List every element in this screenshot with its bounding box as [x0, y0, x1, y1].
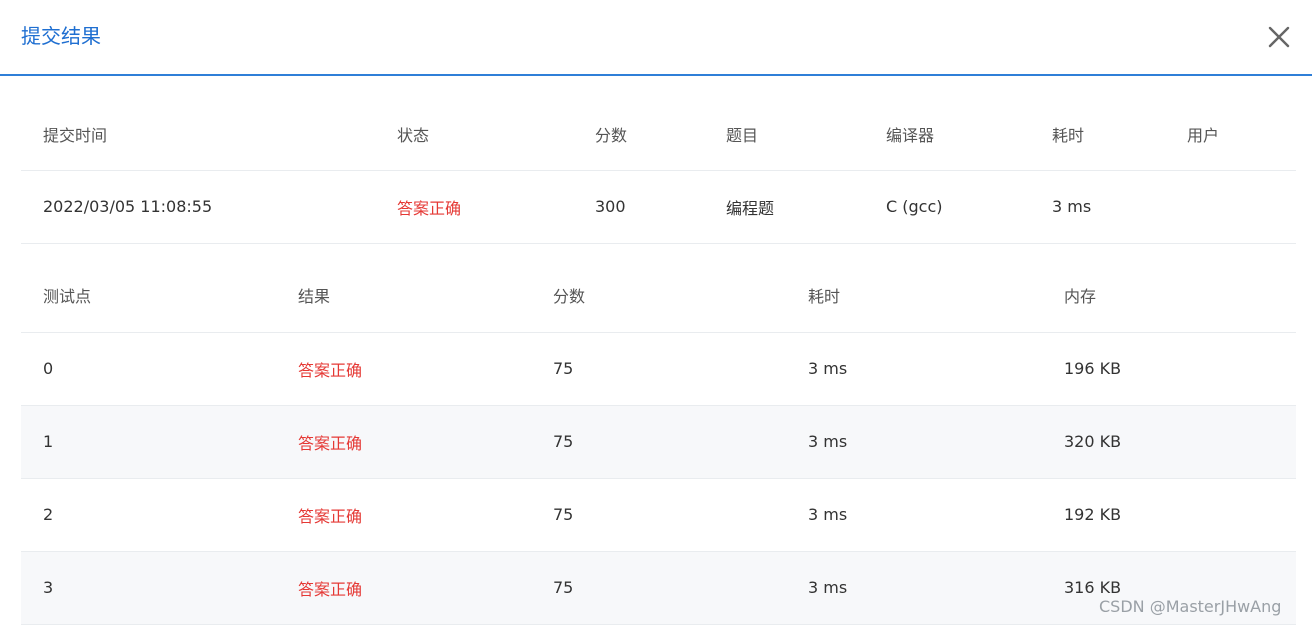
header-duration: 耗时 [1052, 125, 1085, 145]
case-time: 3 ms [808, 331, 1064, 405]
close-button[interactable] [1262, 20, 1296, 54]
submit-compiler: C (gcc) [886, 169, 1052, 244]
header-case-time: 耗时 [808, 287, 841, 307]
submit-score: 300 [595, 169, 726, 244]
submission-summary-table: 提交时间 状态 分数 题目 编译器 耗时 用户 2022/03/05 11:08… [21, 98, 1296, 244]
case-time: 3 ms [808, 477, 1064, 551]
table-row: 2 答案正确 75 3 ms 192 KB [21, 477, 1296, 551]
case-memory: 196 KB [1064, 331, 1296, 405]
dialog-title: 提交结果 [21, 24, 101, 48]
header-memory: 内存 [1064, 287, 1097, 307]
test-cases-table: 测试点 结果 分数 耗时 内存 0 答案正确 75 3 ms 196 KB 1 … [21, 259, 1296, 625]
case-score: 75 [553, 477, 808, 551]
dialog-header: 提交结果 [0, 0, 1312, 76]
submit-user [1187, 169, 1296, 244]
submit-duration: 3 ms [1052, 169, 1187, 244]
case-score: 75 [553, 331, 808, 405]
case-time: 3 ms [808, 550, 1064, 625]
case-memory: 320 KB [1064, 404, 1296, 478]
header-user: 用户 [1187, 125, 1220, 145]
header-status: 状态 [397, 125, 430, 145]
table-row: 1 答案正确 75 3 ms 320 KB [21, 404, 1296, 478]
header-problem: 题目 [726, 125, 759, 145]
header-submit-time: 提交时间 [43, 125, 108, 145]
header-case-score: 分数 [553, 287, 586, 307]
submit-problem: 编程题 [726, 169, 886, 244]
cases-header-row: 测试点 结果 分数 耗时 内存 [21, 259, 1296, 332]
case-memory: 192 KB [1064, 477, 1296, 551]
case-id: 1 [21, 404, 298, 478]
case-time: 3 ms [808, 404, 1064, 478]
case-score: 75 [553, 550, 808, 625]
header-score: 分数 [595, 125, 628, 145]
summary-header-row: 提交时间 状态 分数 题目 编译器 耗时 用户 [21, 98, 1296, 170]
case-id: 3 [21, 550, 298, 625]
header-result: 结果 [298, 287, 331, 307]
summary-row: 2022/03/05 11:08:55 答案正确 300 编程题 C (gcc)… [21, 169, 1296, 244]
case-result: 答案正确 [298, 477, 553, 551]
case-result: 答案正确 [298, 550, 553, 625]
case-id: 2 [21, 477, 298, 551]
case-score: 75 [553, 404, 808, 478]
watermark: CSDN @MasterJHwAng [1099, 597, 1282, 616]
close-icon [1268, 26, 1290, 48]
case-id: 0 [21, 331, 298, 405]
header-compiler: 编译器 [886, 125, 935, 145]
header-test-case: 测试点 [43, 287, 92, 307]
case-result: 答案正确 [298, 331, 553, 405]
table-row: 0 答案正确 75 3 ms 196 KB [21, 331, 1296, 405]
case-result: 答案正确 [298, 404, 553, 478]
submit-status: 答案正确 [397, 169, 595, 244]
submit-time: 2022/03/05 11:08:55 [21, 169, 397, 244]
